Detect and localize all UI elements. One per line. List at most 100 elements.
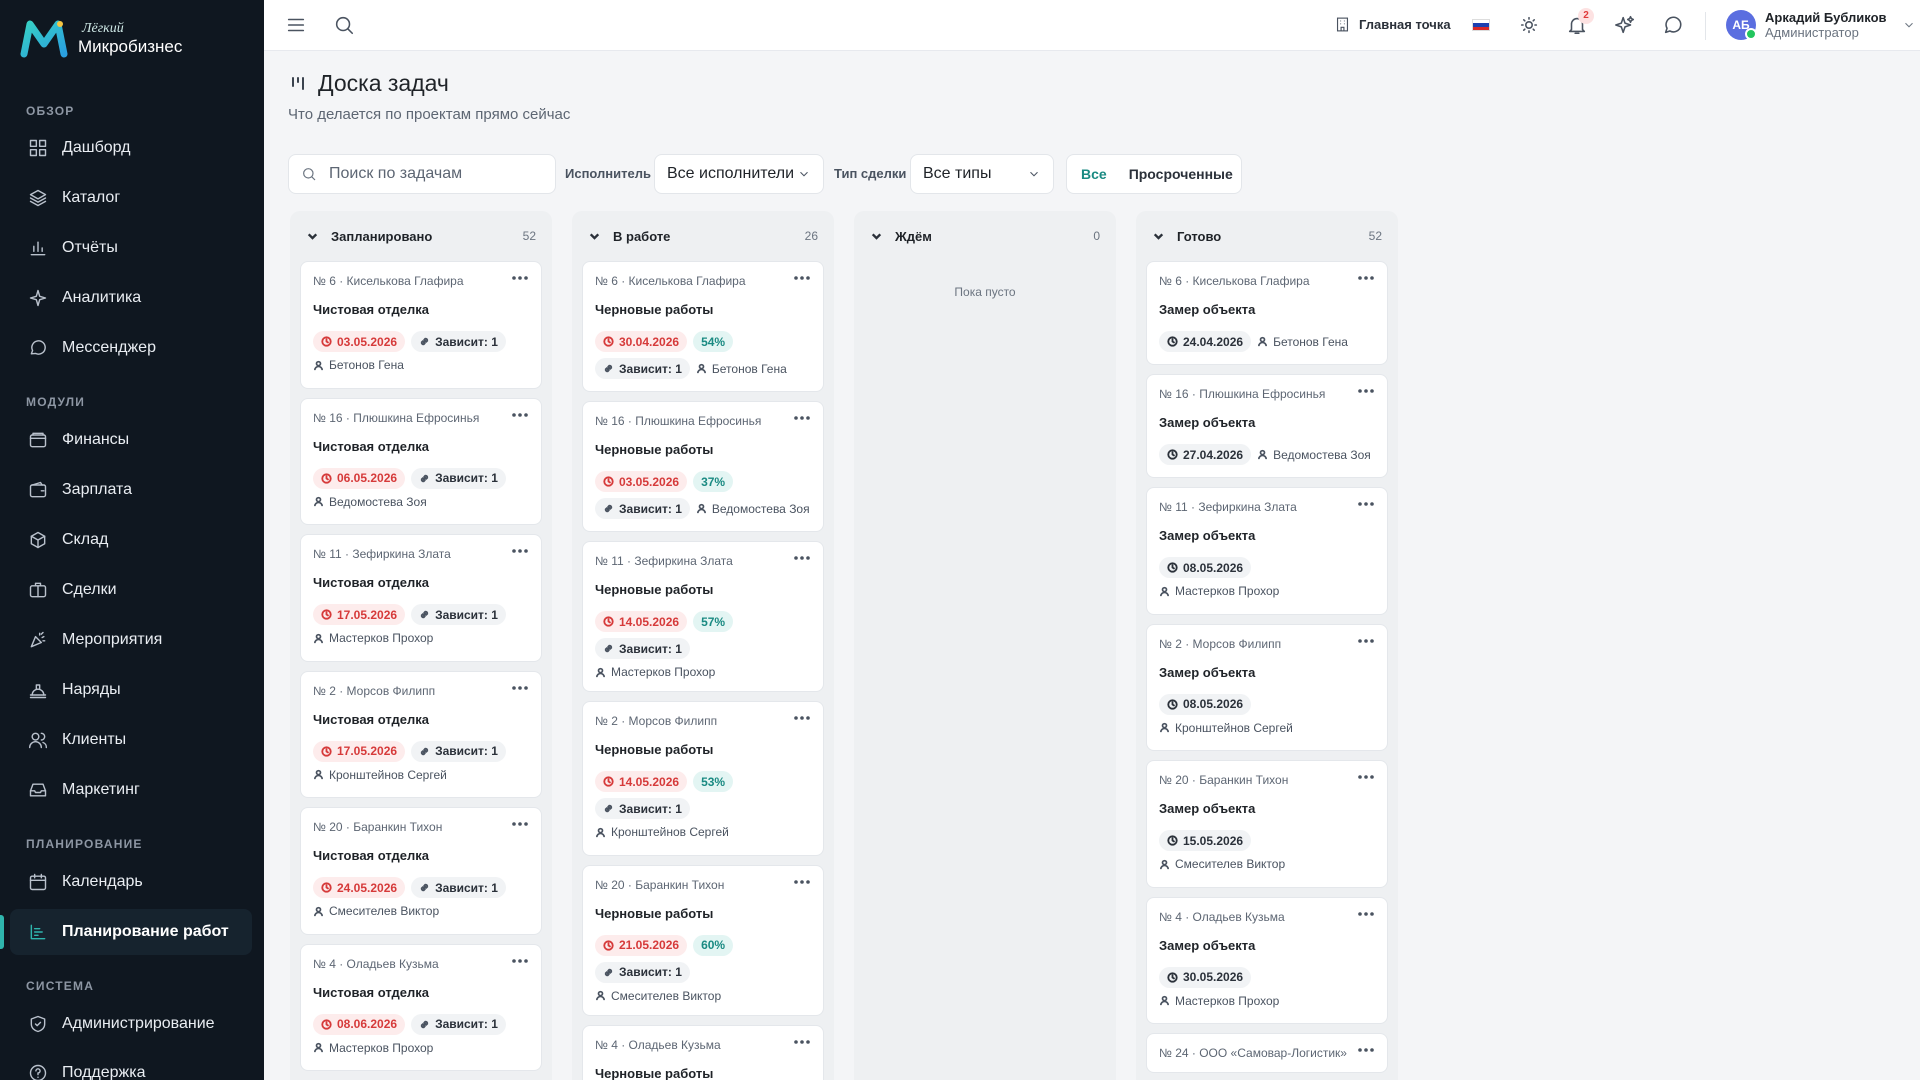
- hamburger-icon: [287, 18, 305, 32]
- sidebar-item-planning[interactable]: Планирование работ: [0, 909, 252, 955]
- sidebar-item-messenger[interactable]: Мессенджер: [10, 325, 252, 371]
- card-meta: № 4 · Оладьев Кузьма: [595, 1037, 721, 1052]
- sidebar-item-finance[interactable]: Финансы: [10, 417, 252, 463]
- person-icon: [314, 769, 323, 780]
- task-card[interactable]: № 11 · Зефиркина Злата Черновые работы 14.…: [582, 541, 824, 692]
- chat-bubble-icon: [1664, 16, 1682, 34]
- more-icon: [512, 685, 528, 690]
- task-card[interactable]: № 16 · Плюшкина Ефросинья Замер объекта 27…: [1146, 374, 1388, 478]
- sidebar-item-reports[interactable]: Отчёты: [10, 225, 252, 271]
- task-card[interactable]: № 20 · Баранкин Тихон Замер объекта 15.05.…: [1146, 760, 1388, 888]
- task-card[interactable]: № 2 · Морсов Филипп Чистовая отделка 17.05…: [300, 670, 542, 798]
- progress-chip: 37%: [693, 471, 734, 492]
- sidebar-item-calendar[interactable]: Календарь: [10, 859, 252, 905]
- sidebar-item-orders[interactable]: Наряды: [10, 667, 252, 713]
- card-menu-button[interactable]: [1357, 387, 1375, 395]
- sidebar-item-catalog[interactable]: Каталог: [10, 175, 252, 221]
- column-collapse-toggle[interactable]: Ждём: [870, 229, 932, 244]
- sidebar-item-admin[interactable]: Администрирование: [10, 1001, 252, 1047]
- page-title: Доска задач: [290, 70, 449, 97]
- card-menu-button[interactable]: [1357, 637, 1375, 645]
- card-menu-button[interactable]: [793, 274, 811, 282]
- card-menu-button[interactable]: [793, 1038, 811, 1046]
- person-icon: [596, 827, 605, 837]
- task-search[interactable]: [288, 154, 556, 194]
- card-menu-button[interactable]: [1357, 910, 1375, 918]
- sidebar-item-label: Мессенджер: [62, 339, 156, 356]
- task-card[interactable]: № 2 · Морсов Филипп Черновые работы 14.05.…: [582, 701, 824, 856]
- sidebar-item-dashboard[interactable]: Дашборд: [10, 125, 252, 171]
- sidebar-item-deals[interactable]: Сделки: [10, 567, 252, 613]
- card-tags: Зависит: 1: [595, 798, 811, 819]
- clock-icon: [321, 745, 332, 757]
- assignee: Бетонов Гена: [696, 362, 787, 376]
- chevron-down-icon: [589, 232, 600, 240]
- toggle-overdue-button[interactable]: Просроченные: [1118, 158, 1244, 190]
- card-menu-button[interactable]: [793, 554, 811, 562]
- column-collapse-toggle[interactable]: В работе: [588, 229, 670, 244]
- card-menu-button[interactable]: [793, 414, 811, 422]
- language-flag-ru[interactable]: [1472, 19, 1490, 31]
- task-card[interactable]: № 16 · Плюшкина Ефросинья Черновые работы…: [582, 401, 824, 532]
- card-menu-button[interactable]: [1357, 773, 1375, 781]
- task-card[interactable]: № 4 · Оладьев Кузьма Замер объекта 30.05.2…: [1146, 896, 1388, 1024]
- task-card[interactable]: № 6 · Киселькова Глафира Черновые работы 3…: [582, 261, 824, 392]
- user-menu[interactable]: АБ Аркадий Бубликов Администратор: [1726, 10, 1916, 40]
- due-date-chip: 08.06.2026: [313, 1013, 406, 1035]
- card-menu-button[interactable]: [511, 274, 529, 282]
- task-card[interactable]: № 6 · Киселькова Глафира Замер объекта 24.…: [1146, 261, 1388, 365]
- task-search-input[interactable]: [329, 165, 539, 183]
- sidebar-item-salary[interactable]: Зарплата: [10, 467, 252, 513]
- card-menu-button[interactable]: [793, 878, 811, 886]
- task-card[interactable]: № 4 · Оладьев Кузьма Чистовая отделка 08.0…: [300, 943, 542, 1071]
- sidebar-item-analytics[interactable]: Аналитика: [10, 275, 252, 321]
- card-menu-button[interactable]: [511, 957, 529, 965]
- card-menu-button[interactable]: [511, 547, 529, 555]
- task-card[interactable]: № 20 · Баранкин Тихон Чистовая отделка 24.…: [300, 807, 542, 935]
- task-card[interactable]: № 16 · Плюшкина Ефросинья Чистовая отделк…: [300, 397, 542, 525]
- task-card[interactable]: № 4 · Оладьев Кузьма Черновые работы: [582, 1024, 824, 1080]
- due-date: 17.05.2026: [337, 607, 398, 622]
- task-card[interactable]: № 6 · Киселькова Глафира Чистовая отделка…: [300, 261, 542, 389]
- brand-logo[interactable]: Лёгкий Микробизнес: [20, 18, 182, 58]
- sidebar-item-marketing[interactable]: Маркетинг: [10, 767, 252, 813]
- toggle-all-button[interactable]: Все: [1070, 158, 1118, 190]
- task-card[interactable]: № 11 · Зефиркина Злата Замер объекта 08.05…: [1146, 487, 1388, 615]
- dependency-label: Зависит: 1: [619, 801, 682, 816]
- assignee-select[interactable]: Все исполнители: [654, 154, 824, 194]
- sidebar-item-support[interactable]: Поддержка: [10, 1050, 252, 1080]
- due-date-chip: 17.05.2026: [313, 604, 406, 625]
- task-card[interactable]: № 2 · Морсов Филипп Замер объекта 08.05.20…: [1146, 623, 1388, 751]
- more-icon: [1358, 911, 1374, 916]
- card-menu-button[interactable]: [1357, 500, 1375, 508]
- ai-assistant-button[interactable]: [1614, 14, 1636, 36]
- theme-toggle-button[interactable]: [1518, 14, 1540, 36]
- card-menu-button[interactable]: [511, 684, 529, 692]
- task-card[interactable]: № 11 · Зефиркина Злата Чистовая отделка 17…: [300, 534, 542, 662]
- due-date-chip: 08.05.2026: [1159, 693, 1252, 715]
- chat-button[interactable]: [1662, 14, 1684, 36]
- card-menu-button[interactable]: [1357, 1046, 1375, 1054]
- more-icon: [512, 958, 528, 963]
- global-search-button[interactable]: [333, 14, 355, 36]
- task-card[interactable]: № 20 · Баранкин Тихон Черновые работы 21.0…: [582, 864, 824, 1016]
- card-menu-button[interactable]: [1357, 274, 1375, 282]
- sun-icon: [1520, 16, 1538, 34]
- sidebar-item-clients[interactable]: Клиенты: [10, 717, 252, 763]
- assignee-name: Ведомостева Зоя: [1273, 447, 1371, 462]
- brand-tagline: Лёгкий: [82, 20, 124, 36]
- due-date: 08.05.2026: [1183, 560, 1244, 575]
- sidebar-item-events[interactable]: Мероприятия: [10, 617, 252, 663]
- column-collapse-toggle[interactable]: Запланировано: [306, 229, 432, 244]
- task-card[interactable]: № 24 · ООО «Самовар-Логистик»: [1146, 1033, 1388, 1073]
- card-menu-button[interactable]: [511, 820, 529, 828]
- dealtype-select[interactable]: Все типы: [910, 154, 1054, 194]
- assignee-name: Бетонов Гена: [711, 361, 787, 376]
- card-menu-button[interactable]: [511, 411, 529, 419]
- column-collapse-toggle[interactable]: Готово: [1152, 229, 1221, 244]
- card-menu-button[interactable]: [793, 714, 811, 722]
- admin-icon: [30, 1015, 46, 1033]
- sidebar-item-warehouse[interactable]: Склад: [10, 517, 252, 563]
- menu-toggle-button[interactable]: [285, 14, 307, 36]
- location-selector[interactable]: Главная точка: [1334, 16, 1451, 33]
